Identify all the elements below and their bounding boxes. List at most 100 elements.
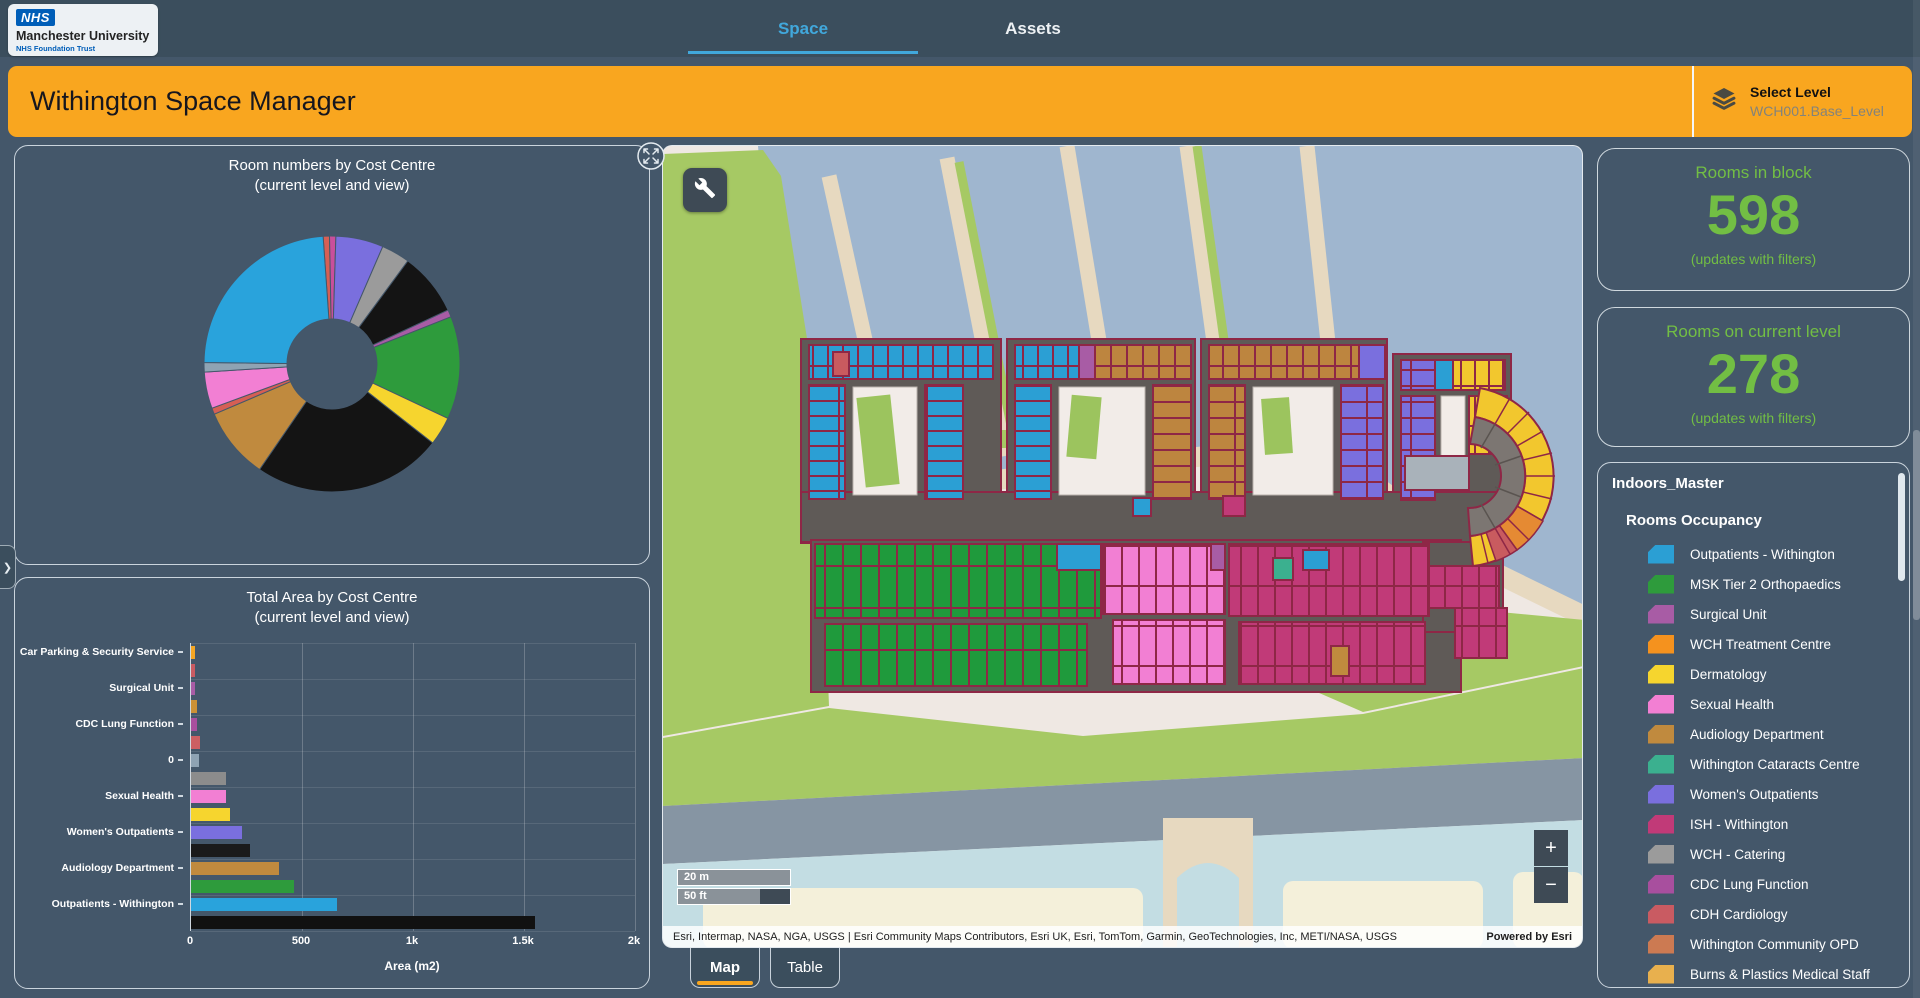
page-scrollbar[interactable]: [1913, 0, 1920, 998]
pie-chart[interactable]: [172, 209, 492, 519]
map-view-tab[interactable]: Table: [770, 948, 840, 988]
map-view-tab-label: Map: [710, 959, 740, 976]
zoom-out-button[interactable]: −: [1534, 867, 1568, 903]
legend-item[interactable]: Women's Outpatients: [1648, 779, 1895, 809]
legend-item[interactable]: Audiology Department: [1648, 719, 1895, 749]
measure-tool-button[interactable]: [683, 168, 727, 212]
bar-category-label: Car Parking & Security Service: [15, 643, 183, 661]
legend-swatch: [1648, 965, 1674, 984]
level-selector[interactable]: Select Level WCH001.Base_Level: [1694, 66, 1912, 137]
stat-note: (updates with filters): [1598, 251, 1909, 267]
pie-chart-panel: Room numbers by Cost Centre (current lev…: [14, 145, 650, 565]
top-bar: Space Assets: [0, 0, 1920, 57]
bar-category-label: Outpatients - Withington: [15, 895, 183, 913]
top-tab-list: Space Assets: [688, 0, 1108, 57]
legend-swatch: [1648, 575, 1674, 594]
legend-item[interactable]: WCH Treatment Centre: [1648, 629, 1895, 659]
bar[interactable]: [191, 718, 197, 731]
legend-item[interactable]: Withington Cataracts Centre: [1648, 749, 1895, 779]
left-panel-expander[interactable]: ❯: [0, 545, 16, 589]
legend-item-label: Audiology Department: [1690, 727, 1824, 742]
powered-by-esri: Powered by Esri: [1472, 931, 1572, 943]
layers-icon: [1710, 85, 1738, 118]
attribution-sources: Esri, Intermap, NASA, NGA, USGS | Esri C…: [673, 931, 1397, 943]
bar[interactable]: [191, 700, 197, 713]
map-view-tab[interactable]: Map: [690, 948, 760, 988]
bar[interactable]: [191, 772, 226, 785]
legend-item-label: Outpatients - Withington: [1690, 547, 1835, 562]
legend-item-label: CDH Cardiology: [1690, 907, 1788, 922]
legend-item-label: Burns & Plastics Medical Staff: [1690, 967, 1870, 982]
legend-item[interactable]: Outpatients - Withington: [1648, 539, 1895, 569]
bar-chart-x-axis-label: Area (m2): [190, 959, 634, 973]
floor-plan-map[interactable]: [663, 146, 1583, 948]
legend-group-title: Rooms Occupancy: [1626, 512, 1895, 529]
page-title: Withington Space Manager: [8, 86, 1692, 117]
level-selector-label: Select Level: [1750, 84, 1884, 100]
stat-value: 278: [1598, 346, 1909, 402]
bar-category-label: Women's Outpatients: [15, 823, 183, 841]
expand-panel-icon[interactable]: [636, 141, 666, 171]
legend-item-label: CDC Lung Function: [1690, 877, 1809, 892]
legend-item[interactable]: Withington Community OPD: [1648, 929, 1895, 959]
bar[interactable]: [191, 826, 242, 839]
map-zoom-controls: + −: [1534, 830, 1568, 903]
legend-swatch: [1648, 785, 1674, 804]
bar[interactable]: [191, 844, 250, 857]
stat-title: Rooms in block: [1598, 163, 1909, 183]
top-tab[interactable]: Assets: [958, 0, 1108, 57]
legend-swatch: [1648, 695, 1674, 714]
legend-swatch: [1648, 545, 1674, 564]
legend-panel: Indoors_Master Rooms Occupancy Outpatien…: [1597, 462, 1910, 988]
bar-chart[interactable]: Car Parking & Security Service Surgical U…: [15, 643, 649, 931]
legend-scrollbar[interactable]: [1898, 473, 1905, 581]
bar-category-label: Surgical Unit: [15, 679, 183, 697]
bar[interactable]: [191, 682, 195, 695]
legend-item-list: Outpatients - Withington MSK Tier 2 Orth…: [1612, 539, 1895, 988]
bar-chart-panel: Total Area by Cost Centre (current level…: [14, 577, 650, 989]
bar[interactable]: [191, 808, 230, 821]
legend-swatch: [1648, 845, 1674, 864]
nhs-logo-icon: NHS: [16, 9, 55, 26]
top-tab[interactable]: Space: [688, 0, 918, 57]
bar[interactable]: [191, 862, 279, 875]
legend-item[interactable]: CDH Cardiology: [1648, 899, 1895, 929]
stat-value: 598: [1598, 187, 1909, 243]
legend-item-label: MSK Tier 2 Orthopaedics: [1690, 577, 1841, 592]
nhs-logo: NHS Manchester University NHS Foundation…: [8, 4, 158, 56]
map-attribution: Esri, Intermap, NASA, NGA, USGS | Esri C…: [663, 926, 1582, 947]
legend-item-label: Withington Community OPD: [1690, 937, 1859, 952]
bar[interactable]: [191, 790, 226, 803]
scale-bar: 20 m 50 ft: [677, 869, 791, 907]
legend-item[interactable]: Burns & Plastics Medical Staff: [1648, 959, 1895, 988]
bar-chart-x-ticks: 05001k1.5k2k: [190, 935, 634, 949]
stat-note: (updates with filters): [1598, 410, 1909, 426]
stat-title: Rooms on current level: [1598, 322, 1909, 342]
legend-swatch: [1648, 665, 1674, 684]
legend-item[interactable]: WCH - Catering: [1648, 839, 1895, 869]
bar[interactable]: [191, 916, 535, 929]
nhs-trust-name: NHS Foundation Trust: [16, 44, 150, 53]
zoom-in-button[interactable]: +: [1534, 830, 1568, 866]
page-scrollbar-thumb[interactable]: [1913, 430, 1920, 620]
bar[interactable]: [191, 898, 337, 911]
legend-item-label: WCH - Catering: [1690, 847, 1785, 862]
bar[interactable]: [191, 880, 294, 893]
legend-swatch: [1648, 755, 1674, 774]
bar[interactable]: [191, 754, 199, 767]
top-tab-label: Assets: [1005, 19, 1061, 39]
bar[interactable]: [191, 664, 195, 677]
legend-item[interactable]: MSK Tier 2 Orthopaedics: [1648, 569, 1895, 599]
legend-item[interactable]: CDC Lung Function: [1648, 869, 1895, 899]
legend-item[interactable]: Surgical Unit: [1648, 599, 1895, 629]
legend-item[interactable]: ISH - Withington: [1648, 809, 1895, 839]
bar[interactable]: [191, 736, 200, 749]
bar-category-label: CDC Lung Function: [15, 715, 183, 733]
legend-item[interactable]: Dermatology: [1648, 659, 1895, 689]
bar[interactable]: [191, 646, 195, 659]
bar-chart-category-axis: Car Parking & Security Service Surgical U…: [15, 643, 183, 931]
legend-item[interactable]: Sexual Health: [1648, 689, 1895, 719]
legend-swatch: [1648, 635, 1674, 654]
bar-category-label: Sexual Health: [15, 787, 183, 805]
legend-swatch: [1648, 605, 1674, 624]
